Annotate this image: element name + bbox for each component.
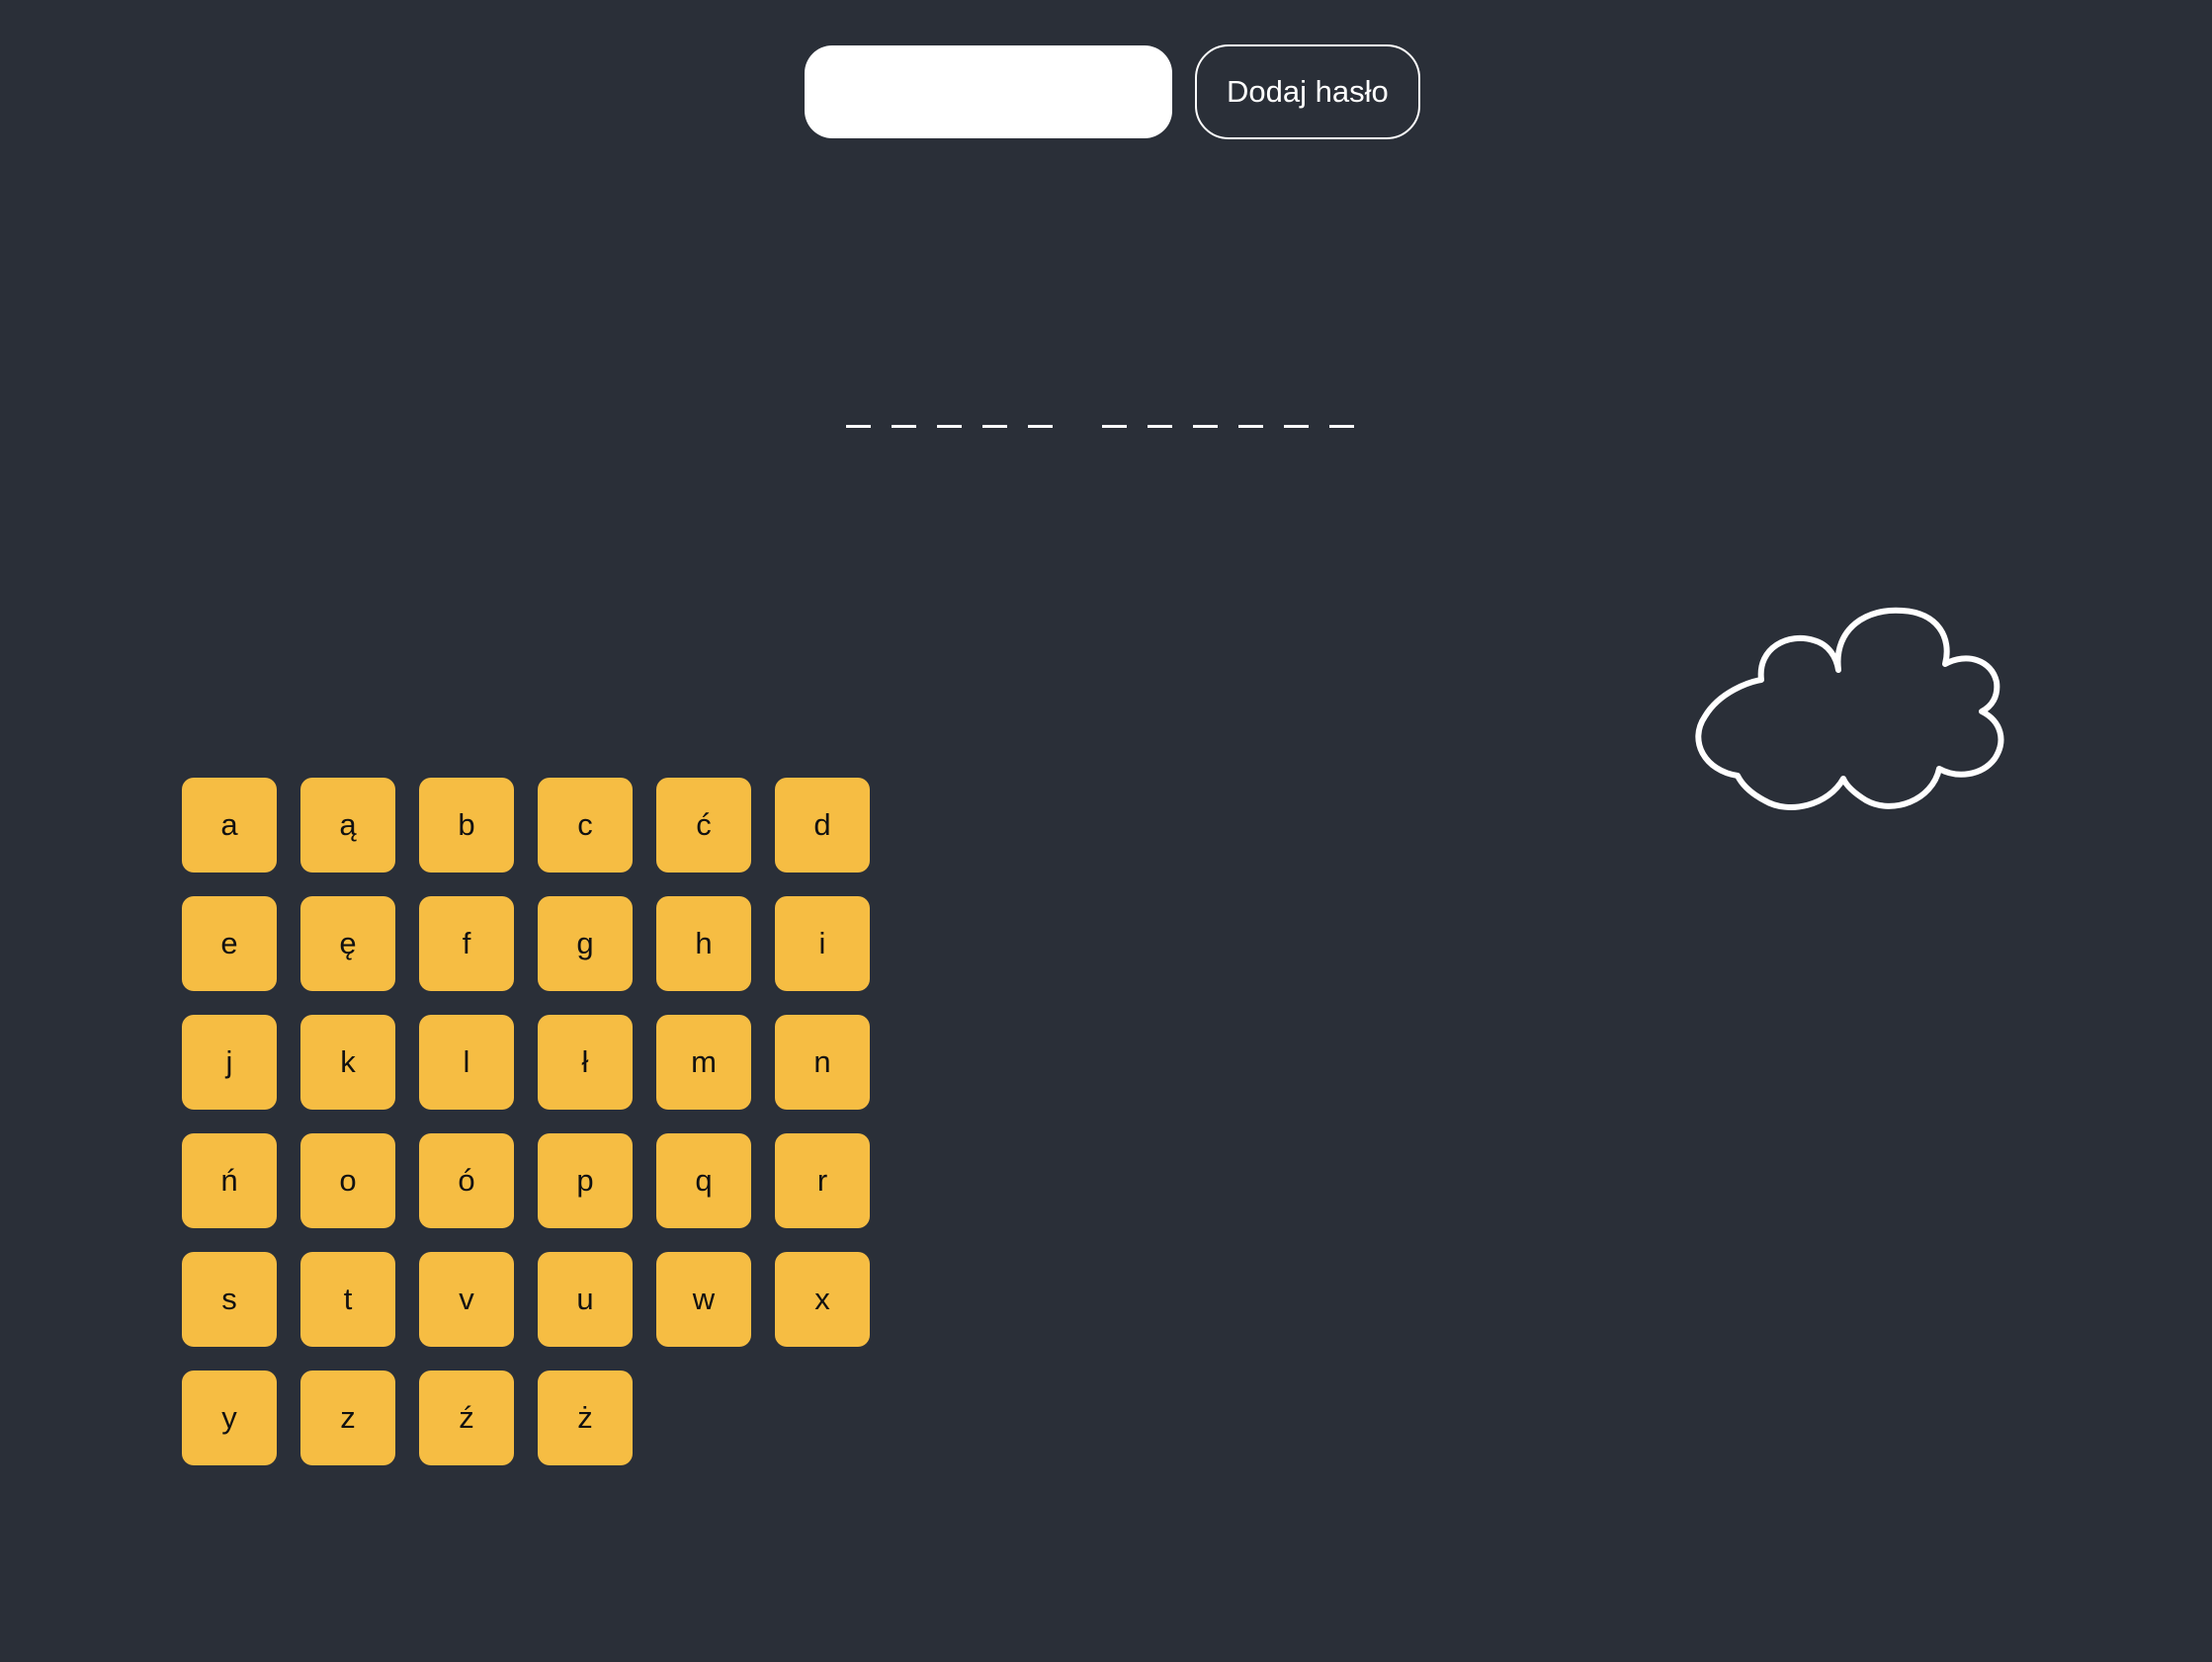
letter-key[interactable]: a — [182, 778, 277, 873]
letter-key[interactable]: o — [300, 1133, 395, 1228]
letter-key[interactable]: ź — [419, 1371, 514, 1465]
letter-key[interactable]: q — [656, 1133, 751, 1228]
letter-slot — [982, 375, 1007, 428]
letter-key[interactable]: c — [538, 778, 633, 873]
letter-slot — [1284, 375, 1309, 428]
password-input[interactable] — [805, 45, 1172, 138]
letter-key[interactable]: ł — [538, 1015, 633, 1110]
letter-keyboard: aąbcćd eęfghi jklłmn ńoópqr stvuwx yzźż — [182, 778, 870, 1465]
letter-key[interactable]: k — [300, 1015, 395, 1110]
letter-key[interactable]: g — [538, 896, 633, 991]
letter-key[interactable]: s — [182, 1252, 277, 1347]
letter-key[interactable]: l — [419, 1015, 514, 1110]
letter-slot — [1238, 375, 1263, 428]
letter-key[interactable]: p — [538, 1133, 633, 1228]
cloud-icon — [1695, 607, 2004, 810]
letter-key[interactable]: i — [775, 896, 870, 991]
letter-key[interactable]: b — [419, 778, 514, 873]
letter-key[interactable]: y — [182, 1371, 277, 1465]
letter-key[interactable]: ó — [419, 1133, 514, 1228]
letter-slot — [1193, 375, 1218, 428]
letter-slot — [846, 375, 871, 428]
letter-key[interactable]: ż — [538, 1371, 633, 1465]
letter-key[interactable]: ć — [656, 778, 751, 873]
letter-key[interactable]: n — [775, 1015, 870, 1110]
letter-slot — [1028, 375, 1053, 428]
letter-key[interactable]: d — [775, 778, 870, 873]
letter-slot — [1148, 375, 1172, 428]
letter-key[interactable]: h — [656, 896, 751, 991]
letter-key[interactable]: ą — [300, 778, 395, 873]
letter-slot — [937, 375, 962, 428]
letter-slot — [1102, 375, 1127, 428]
letter-slot — [1329, 375, 1354, 428]
top-bar: Dodaj hasło — [805, 44, 1420, 139]
word — [846, 375, 1053, 428]
letter-key[interactable]: w — [656, 1252, 751, 1347]
letter-slot — [892, 375, 916, 428]
hidden-phrase — [846, 375, 1354, 428]
letter-key[interactable]: x — [775, 1252, 870, 1347]
letter-key[interactable]: v — [419, 1252, 514, 1347]
letter-key[interactable]: z — [300, 1371, 395, 1465]
add-password-button[interactable]: Dodaj hasło — [1195, 44, 1420, 139]
letter-key[interactable]: t — [300, 1252, 395, 1347]
letter-key[interactable]: f — [419, 896, 514, 991]
letter-key[interactable]: ń — [182, 1133, 277, 1228]
letter-key[interactable]: e — [182, 896, 277, 991]
letter-key[interactable]: ę — [300, 896, 395, 991]
letter-key[interactable]: r — [775, 1133, 870, 1228]
letter-key[interactable]: m — [656, 1015, 751, 1110]
letter-key[interactable]: u — [538, 1252, 633, 1347]
word — [1102, 375, 1354, 428]
letter-key[interactable]: j — [182, 1015, 277, 1110]
